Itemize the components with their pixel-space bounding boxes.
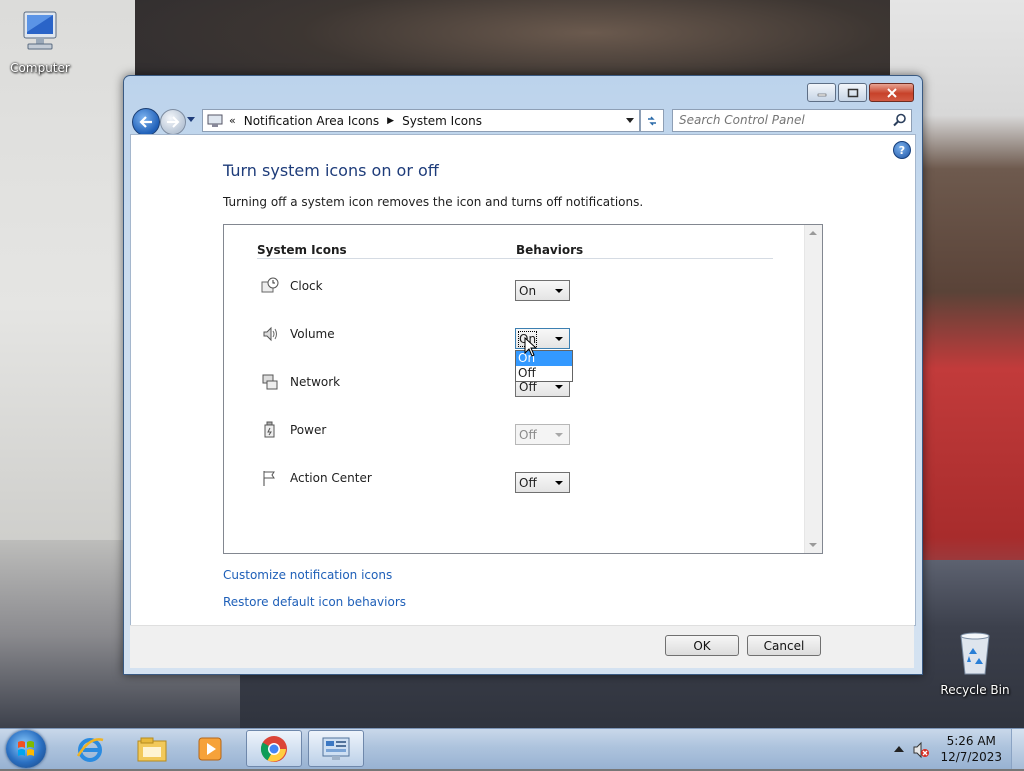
breadcrumb: « Notification Area Icons ▶ System Icons [229, 114, 482, 128]
restore-default-behaviors-link[interactable]: Restore default icon behaviors [223, 595, 406, 609]
chevron-down-icon [626, 118, 634, 123]
chrome-icon [260, 735, 287, 762]
recycle-bin-icon [935, 630, 1015, 681]
taskbar-windows-explorer[interactable] [124, 730, 180, 767]
navigation-bar: « Notification Area Icons ▶ System Icons [132, 106, 914, 136]
desktop-icon-computer[interactable]: Computer [0, 8, 80, 75]
forward-button[interactable] [160, 109, 186, 135]
breadcrumb-item-notification-area-icons[interactable]: Notification Area Icons [244, 114, 379, 128]
volume-icon [263, 326, 277, 342]
clock-date: 12/7/2023 [940, 750, 1002, 764]
media-player-icon [198, 737, 222, 760]
address-dropdown-button[interactable] [621, 110, 639, 131]
breadcrumb-separator-icon[interactable]: ▶ [387, 116, 394, 126]
page-description: Turning off a system icon removes the ic… [223, 195, 644, 209]
refresh-button[interactable] [640, 109, 664, 132]
chevron-down-icon [555, 337, 563, 341]
network-icon [262, 374, 278, 390]
chevron-down-icon [187, 117, 195, 122]
power-behavior-select: Off [515, 424, 570, 445]
close-button[interactable] [869, 83, 914, 102]
scroll-up-icon[interactable] [809, 231, 817, 235]
notification-area: 5:26 AM 12/7/2023 [884, 729, 1024, 769]
action-center-flag-icon [263, 471, 275, 486]
control-panel-window: « Notification Area Icons ▶ System Icons… [123, 75, 923, 675]
control-panel-icon [322, 737, 350, 760]
ok-button[interactable]: OK [665, 635, 739, 656]
internet-explorer-icon [76, 737, 104, 762]
chevron-down-icon [555, 385, 563, 389]
desktop-icon-recycle-bin[interactable]: Recycle Bin [935, 630, 1015, 697]
search-input[interactable] [673, 110, 879, 129]
row-label: Volume [290, 327, 335, 341]
minimize-icon [817, 93, 826, 96]
show-desktop-button[interactable] [1011, 729, 1024, 769]
page-title: Turn system icons on or off [223, 161, 439, 180]
recent-pages-button[interactable] [186, 115, 196, 125]
row-label: Power [290, 423, 327, 437]
chevron-down-icon [555, 433, 563, 437]
action-center-behavior-select[interactable]: Off [515, 472, 570, 493]
volume-muted-icon[interactable] [912, 741, 930, 759]
windows-logo-icon [18, 741, 34, 756]
computer-icon [0, 8, 80, 59]
breadcrumb-overflow-icon[interactable]: « [229, 114, 236, 127]
vertical-scrollbar[interactable] [804, 225, 822, 553]
system-icons-list: System Icons Behaviors Clock On Volume O… [223, 224, 823, 554]
column-header-system-icons: System Icons [257, 243, 347, 257]
show-hidden-icons-icon[interactable] [894, 745, 904, 753]
desktop-icon-label: Recycle Bin [940, 683, 1010, 697]
windows-explorer-icon [137, 737, 167, 761]
clock-behavior-select[interactable]: On [515, 280, 570, 301]
help-icon[interactable]: ? [893, 141, 911, 159]
taskbar-google-chrome[interactable] [246, 730, 302, 767]
clock-icon [261, 277, 279, 293]
address-bar[interactable]: « Notification Area Icons ▶ System Icons [202, 109, 640, 132]
close-icon [886, 87, 897, 98]
back-button[interactable] [132, 108, 160, 136]
content-pane: ? Turn system icons on or off Turning of… [130, 134, 916, 626]
desktop-icon-label: Computer [10, 61, 70, 75]
search-icon[interactable] [893, 113, 907, 127]
power-icon [264, 421, 275, 438]
header-divider [257, 258, 773, 259]
clock-time: 5:26 AM [946, 734, 996, 748]
taskbar-media-player[interactable] [182, 730, 238, 767]
scroll-down-icon[interactable] [809, 543, 817, 547]
customize-notification-icons-link[interactable]: Customize notification icons [223, 568, 392, 582]
search-box[interactable] [672, 109, 912, 132]
row-label: Action Center [290, 471, 372, 485]
cancel-button[interactable]: Cancel [747, 635, 821, 656]
arrow-right-icon [167, 116, 180, 128]
refresh-icon [648, 116, 656, 125]
control-panel-icon [207, 114, 223, 127]
chevron-down-icon [555, 481, 563, 485]
arrow-left-icon [139, 116, 152, 128]
taskbar-control-panel[interactable] [308, 730, 364, 767]
maximize-icon [847, 88, 858, 97]
row-label: Network [290, 375, 341, 389]
dialog-button-bar: OK Cancel [130, 625, 914, 668]
column-header-behaviors: Behaviors [516, 243, 584, 257]
mouse-pointer-icon [524, 337, 538, 357]
taskbar-internet-explorer[interactable] [62, 730, 118, 767]
taskbar: 5:26 AM 12/7/2023 [0, 728, 1024, 769]
maximize-button[interactable] [838, 83, 867, 102]
taskbar-clock[interactable]: 5:26 AM 12/7/2023 [940, 733, 1002, 765]
window-controls [807, 83, 914, 102]
row-label: Clock [290, 279, 323, 293]
breadcrumb-item-system-icons[interactable]: System Icons [402, 114, 482, 128]
start-button[interactable] [6, 730, 46, 768]
chevron-down-icon [555, 289, 563, 293]
minimize-button[interactable] [807, 83, 836, 102]
dropdown-option-off[interactable]: Off [516, 366, 572, 381]
